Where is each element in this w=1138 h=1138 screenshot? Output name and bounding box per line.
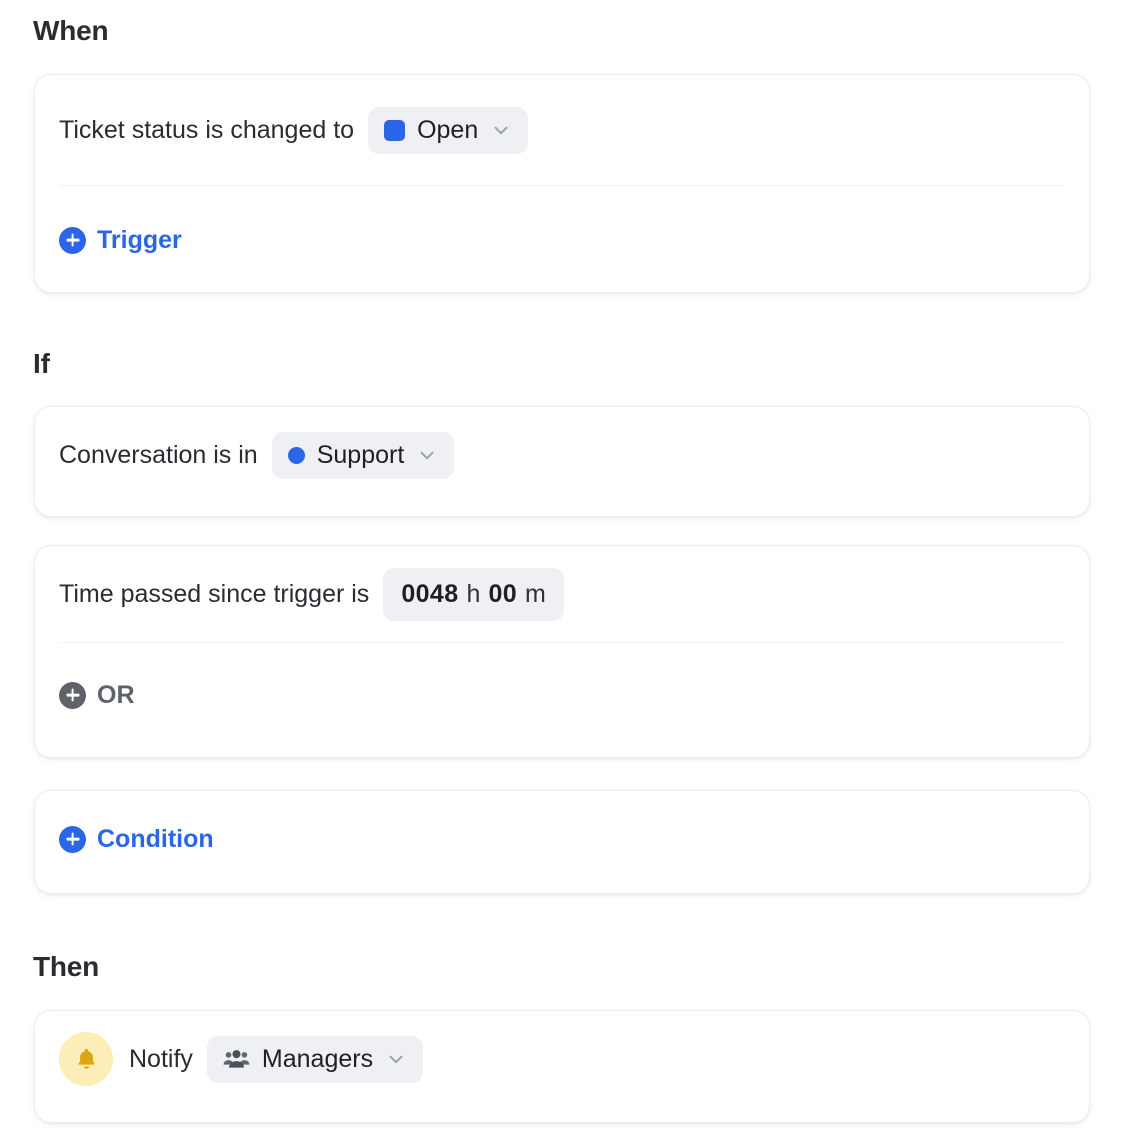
time-duration-input[interactable]: 0048 h 00 m <box>383 567 564 621</box>
status-color-swatch-icon <box>384 119 406 141</box>
section-heading-if: If <box>33 348 50 379</box>
add-condition-row: Condition <box>35 791 1089 887</box>
notify-recipients-dropdown[interactable]: Managers <box>206 1035 424 1083</box>
trigger-row: Ticket status is changed to Open <box>35 75 1089 185</box>
condition-row-conversation: Conversation is in Support <box>35 407 1089 503</box>
add-condition-button[interactable]: Condition <box>59 824 214 853</box>
time-hours-value[interactable]: 0048 <box>401 580 458 609</box>
condition-conversation-label: Conversation is in <box>59 440 258 469</box>
time-minutes-unit: m <box>525 579 546 608</box>
plus-circle-icon <box>59 681 86 709</box>
then-action-card: Notify Managers <box>34 1010 1090 1123</box>
condition-card-time-passed: Time passed since trigger is 0048 h 00 m… <box>34 545 1090 758</box>
add-condition-card: Condition <box>34 790 1090 894</box>
time-hours-unit: h <box>466 579 481 608</box>
notify-action-row: Notify Managers <box>35 1011 1089 1107</box>
notify-action-label: Notify <box>129 1044 193 1073</box>
section-heading-then: Then <box>33 951 100 982</box>
automation-rule-builder: When Ticket status is changed to Open Tr… <box>0 0 1138 1138</box>
conversation-inbox-dropdown[interactable]: Support <box>271 431 455 479</box>
ticket-status-value: Open <box>417 115 479 144</box>
section-heading-when: When <box>33 15 109 46</box>
chevron-down-icon <box>420 451 434 460</box>
when-card: Ticket status is changed to Open Trigger <box>34 74 1090 293</box>
condition-card-conversation: Conversation is in Support <box>34 406 1090 517</box>
avatar <box>59 1032 113 1086</box>
add-trigger-label: Trigger <box>97 225 182 254</box>
add-trigger-button[interactable]: Trigger <box>59 225 182 254</box>
add-or-button[interactable]: OR <box>59 680 135 709</box>
time-minutes-value[interactable]: 00 <box>488 580 517 609</box>
add-condition-label: Condition <box>97 824 214 853</box>
add-or-label: OR <box>97 680 135 709</box>
inbox-color-dot-icon <box>287 446 305 464</box>
trigger-row-label: Ticket status is changed to <box>59 115 355 144</box>
notify-recipients-value: Managers <box>261 1044 374 1073</box>
ticket-status-dropdown[interactable]: Open <box>368 106 529 154</box>
chevron-down-icon <box>494 126 508 135</box>
condition-time-label: Time passed since trigger is <box>59 579 370 608</box>
conversation-inbox-value: Support <box>316 440 405 469</box>
condition-row-time-passed: Time passed since trigger is 0048 h 00 m <box>35 546 1089 642</box>
people-group-icon <box>223 1050 250 1068</box>
plus-circle-icon <box>59 226 86 254</box>
add-trigger-row: Trigger <box>35 186 1089 294</box>
chevron-down-icon <box>389 1055 403 1064</box>
add-or-row: OR <box>35 643 1089 747</box>
bell-icon <box>78 1048 94 1069</box>
plus-circle-icon <box>59 825 86 853</box>
